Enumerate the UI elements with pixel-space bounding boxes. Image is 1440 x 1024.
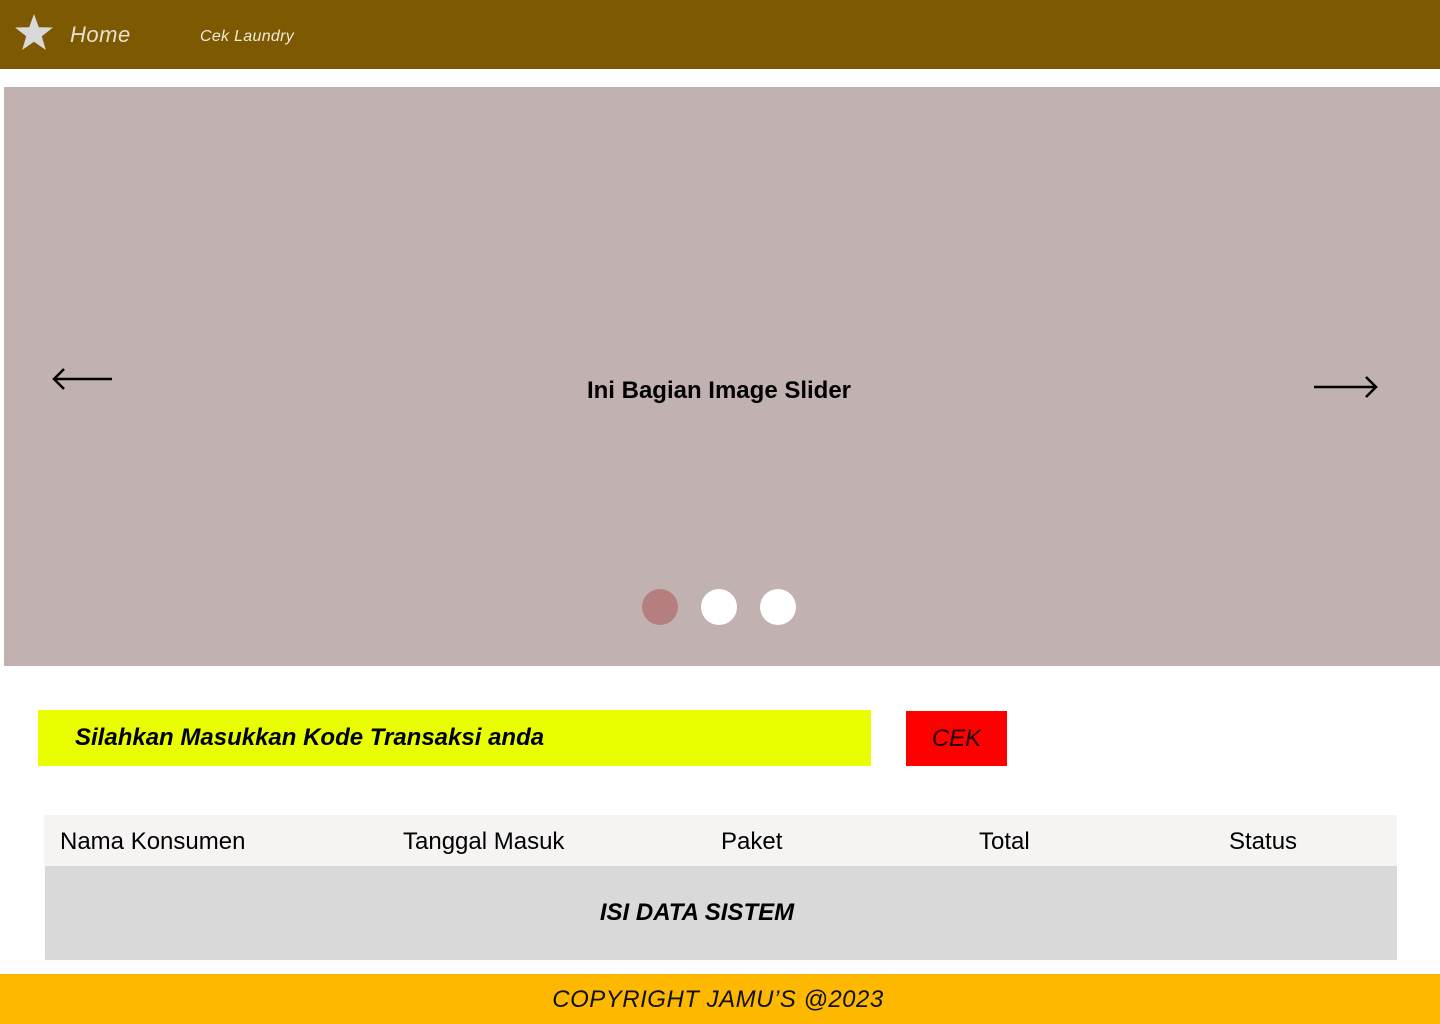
column-header-nama-konsumen: Nama Konsumen — [60, 828, 246, 855]
top-navbar: Home Cek Laundry — [0, 0, 1440, 69]
column-header-status: Status — [1229, 828, 1298, 855]
slider-dot-1[interactable] — [642, 589, 678, 625]
arrow-right-icon[interactable] — [1312, 375, 1378, 399]
footer: COPYRIGHT JAMU’S @2023 — [0, 974, 1440, 1024]
column-header-paket: Paket — [721, 828, 783, 855]
star-icon[interactable] — [14, 13, 54, 51]
slider-dot-3[interactable] — [760, 589, 796, 625]
copyright-text: COPYRIGHT JAMU’S @2023 — [552, 986, 884, 1013]
table-header: Nama Konsumen Tanggal Masuk Paket Total … — [44, 815, 1397, 866]
column-header-total: Total — [979, 828, 1030, 855]
transaction-code-input[interactable] — [38, 710, 871, 766]
cek-button[interactable]: CEK — [906, 711, 1007, 766]
nav-link-home[interactable]: Home — [70, 22, 131, 48]
slider-dot-2[interactable] — [701, 589, 737, 625]
table-body-placeholder: ISI DATA SISTEM — [599, 899, 795, 926]
slider-caption: Ini Bagian Image Slider — [586, 377, 852, 404]
slider-dots — [642, 589, 802, 625]
nav-link-cek-laundry[interactable]: Cek Laundry — [200, 28, 294, 46]
column-header-tanggal-masuk: Tanggal Masuk — [403, 828, 565, 855]
table-body: ISI DATA SISTEM — [45, 866, 1397, 960]
image-slider: Ini Bagian Image Slider — [4, 87, 1440, 666]
